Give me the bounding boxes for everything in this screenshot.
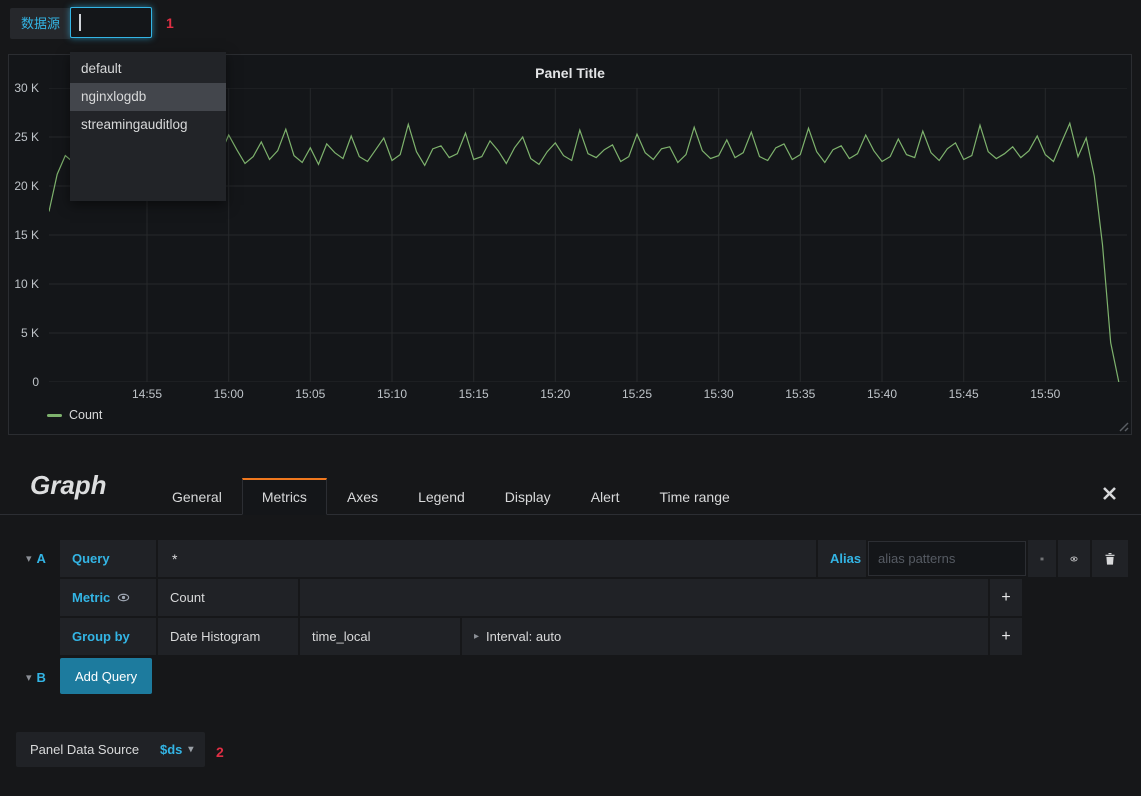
query-toggle-visibility-button[interactable] (1058, 540, 1090, 577)
tab-alert[interactable]: Alert (571, 478, 640, 515)
groupby-type-select[interactable]: Date Histogram (158, 618, 298, 655)
datasource-typeahead-input[interactable] (70, 7, 152, 38)
metric-label: Metric (72, 590, 111, 605)
query-row-b: ▾ B (22, 659, 1128, 696)
chevron-right-icon: ▸ (474, 631, 480, 642)
query-b-collapse-toggle[interactable]: ▾ B (22, 659, 50, 696)
groupby-label: Group by (60, 618, 156, 655)
add-groupby-button[interactable]: + (990, 618, 1022, 655)
metric-eye-icon[interactable] (117, 591, 130, 604)
tab-time-range[interactable]: Time range (639, 478, 749, 515)
datasource-dropdown-menu: default nginxlogdb streamingauditlog (70, 52, 226, 201)
metric-value-select[interactable]: Count (158, 579, 298, 616)
eye-icon (1070, 556, 1078, 561)
tab-legend[interactable]: Legend (398, 478, 485, 515)
panel-editor-title: Graph (30, 470, 107, 500)
series-color-swatch (47, 413, 62, 417)
close-editor-icon[interactable] (1102, 486, 1117, 501)
legend-label: Count (69, 408, 103, 422)
add-query-button[interactable]: Add Query (60, 658, 153, 694)
query-input[interactable] (170, 549, 804, 568)
groupby-interval-toggle[interactable]: ▸ Interval: auto (462, 618, 988, 655)
dropdown-option-streamingauditlog[interactable]: streamingauditlog (70, 111, 226, 139)
chevron-down-icon: ▾ (26, 553, 32, 565)
query-a-collapse-toggle[interactable]: ▾ A (22, 540, 50, 577)
tab-display[interactable]: Display (485, 478, 571, 515)
interval-value: Interval: auto (486, 629, 562, 644)
query-menu-button[interactable] (1028, 540, 1056, 577)
query-delete-button[interactable] (1092, 540, 1128, 577)
metric-filler-cell (300, 579, 988, 616)
alias-label: Alias (818, 540, 866, 577)
trash-icon (1105, 552, 1115, 565)
y-axis-labels: 05 K 10 K 15 K 20 K 25 K 30 K (14, 81, 39, 389)
text-cursor (79, 14, 81, 31)
tab-metrics[interactable]: Metrics (241, 478, 327, 515)
query-row-a: ▾ A Query Alias (22, 540, 1128, 577)
groupby-field-select[interactable]: time_local (300, 618, 460, 655)
metric-label-cell: Metric (60, 579, 156, 616)
tab-general[interactable]: General (152, 478, 242, 515)
annotation-marker-2: 2 (216, 744, 224, 760)
query-letter: B (36, 670, 46, 685)
datasource-variable-value: $ds (160, 742, 183, 757)
alias-input[interactable] (868, 541, 1026, 576)
chevron-down-icon: ▾ (26, 672, 32, 684)
panel-resize-handle[interactable] (1118, 421, 1129, 432)
dropdown-option-nginxlogdb[interactable]: nginxlogdb (70, 83, 226, 111)
panel-datasource-label: Panel Data Source (16, 732, 154, 767)
legend-item-count[interactable]: Count (47, 408, 102, 422)
add-metric-button[interactable]: + (990, 579, 1022, 616)
panel-datasource-select[interactable]: $ds ▾ (148, 732, 206, 767)
chevron-down-icon: ▾ (188, 744, 194, 755)
annotation-marker-1: 1 (166, 15, 174, 31)
query-label: Query (60, 540, 156, 577)
metric-row: Metric Count + (22, 579, 1128, 616)
editor-tabs: General Metrics Axes Legend Display Aler… (152, 478, 750, 515)
query-input-cell (158, 540, 816, 577)
groupby-row: Group by Date Histogram time_local ▸ Int… (22, 618, 1128, 655)
tab-axes[interactable]: Axes (327, 478, 398, 515)
dropdown-option-default[interactable]: default (70, 55, 226, 83)
hamburger-icon (1040, 557, 1044, 560)
x-axis-labels: 14:55 15:00 15:05 15:10 15:15 15:20 15:25 15:30… (131, 387, 1061, 401)
datasource-variable-label: 数据源 (10, 8, 72, 39)
query-letter: A (36, 551, 46, 566)
